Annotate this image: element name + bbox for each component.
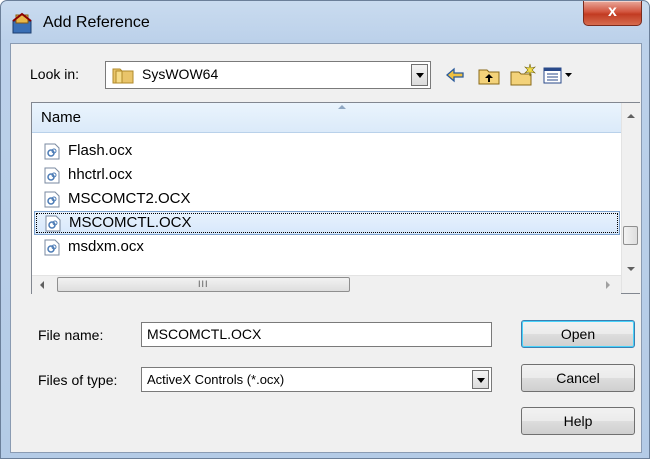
file-name: MSCOMCT2.OCX [68,190,191,207]
file-list[interactable]: Name Flash.ocx hhctrl.ocx MSCOMCT2.OCX M… [31,102,640,294]
back-arrow-icon[interactable] [444,63,466,87]
folder-icon [112,68,134,84]
scroll-right-icon[interactable] [606,281,610,289]
add-reference-dialog: Add Reference x Look in: SysWOW64 Name F… [0,0,650,459]
file-name: hhctrl.ocx [68,166,133,183]
name-column-label: Name [41,109,82,126]
file-row-selected[interactable]: MSCOMCTL.OCX [34,211,620,235]
reference-app-icon [12,12,32,34]
file-row[interactable]: Flash.ocx [34,140,620,163]
files-of-type-dropdown[interactable]: ActiveX Controls (*.ocx) [141,367,492,392]
cancel-button[interactable]: Cancel [521,364,635,392]
file-row[interactable]: hhctrl.ocx [34,164,620,187]
close-button[interactable]: x [583,1,642,26]
ocx-file-icon [44,167,60,184]
vertical-scrollbar[interactable] [621,103,640,293]
file-name: MSCOMCTL.OCX [69,214,192,231]
file-row[interactable]: msdxm.ocx [34,236,620,259]
sort-ascending-icon [338,105,346,109]
view-menu-icon[interactable] [542,63,574,87]
ocx-file-icon [44,191,60,208]
file-name-label: File name: [38,327,104,343]
file-name-value: MSCOMCTL.OCX [147,326,262,342]
help-button[interactable]: Help [521,407,635,435]
chevron-down-icon[interactable] [472,370,489,389]
horizontal-scroll-thumb[interactable]: III [57,277,350,292]
look-in-value: SysWOW64 [142,66,219,82]
scroll-grip: III [198,279,209,289]
files-of-type-label: Files of type: [38,372,118,388]
scroll-left-icon[interactable] [40,281,44,289]
up-folder-icon[interactable] [477,63,501,87]
look-in-dropdown[interactable]: SysWOW64 [105,61,431,89]
open-button[interactable]: Open [521,320,635,348]
name-column-header[interactable]: Name [32,103,622,133]
look-in-label: Look in: [30,66,80,82]
file-row[interactable]: MSCOMCT2.OCX [34,188,620,211]
scroll-up-icon[interactable] [627,114,635,118]
new-folder-icon[interactable] [509,63,537,87]
horizontal-scrollbar[interactable]: III [32,275,621,294]
file-name: Flash.ocx [68,142,133,159]
files-of-type-value: ActiveX Controls (*.ocx) [147,372,285,387]
ocx-file-icon [45,215,61,232]
title-bar[interactable]: Add Reference x [1,1,649,43]
ocx-file-icon [44,239,60,256]
file-name: msdxm.ocx [68,238,144,255]
vertical-scroll-thumb[interactable] [623,226,638,245]
scroll-down-icon[interactable] [627,267,635,271]
chevron-down-icon[interactable] [411,64,428,86]
ocx-file-icon [44,143,60,160]
window-title: Add Reference [43,14,150,31]
file-name-input[interactable]: MSCOMCTL.OCX [141,322,492,347]
